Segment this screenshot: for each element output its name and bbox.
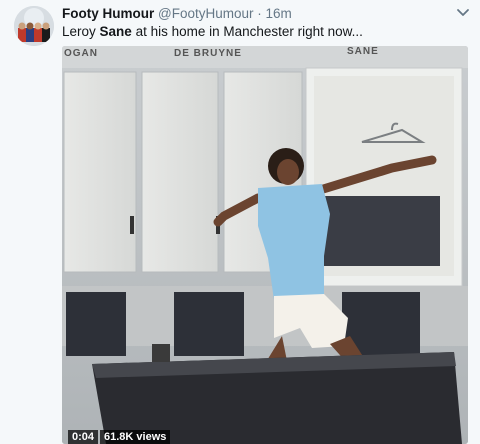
tweet-text-after: at his home in Manchester right now... <box>131 24 363 39</box>
display-name[interactable]: Footy Humour <box>62 6 154 21</box>
locker-name-2: DE BRUYNE <box>174 48 242 59</box>
tweet: Footy Humour @FootyHumour · 16m Leroy Sa… <box>0 0 480 444</box>
tweet-header: Footy Humour @FootyHumour · 16m <box>62 6 292 22</box>
separator-dot: · <box>257 6 262 21</box>
video-player[interactable]: OGAN DE BRUYNE SANE 0:04 61.8K views <box>62 46 468 444</box>
tweet-time[interactable]: 16m <box>266 6 292 21</box>
video-frame <box>62 46 468 444</box>
tweet-text: Leroy Sane at his home in Manchester rig… <box>62 24 363 40</box>
tweet-text-highlight: Sane <box>99 24 132 39</box>
avatar[interactable] <box>14 6 54 46</box>
video-duration: 0:04 <box>68 430 99 444</box>
tweet-text-before: Leroy <box>62 24 100 39</box>
view-count: 61.8K views <box>100 430 171 444</box>
handle[interactable]: @FootyHumour <box>158 6 253 21</box>
avatar-image <box>14 6 54 46</box>
locker-name-1: OGAN <box>64 48 98 59</box>
chevron-down-icon[interactable] <box>455 7 471 19</box>
locker-name-3: SANE <box>347 46 379 57</box>
